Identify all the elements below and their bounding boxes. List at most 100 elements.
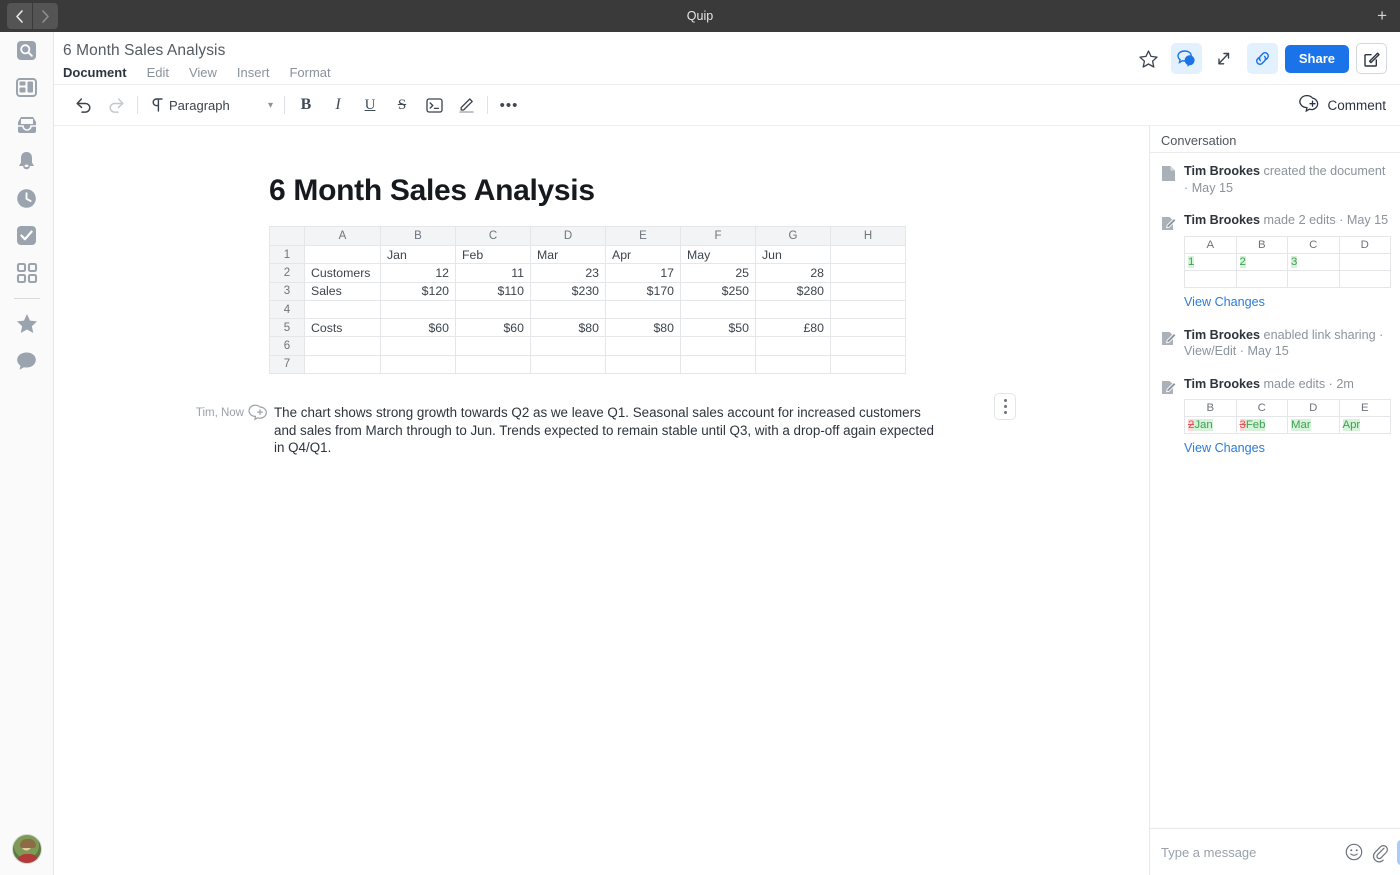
- rail-item-notifications[interactable]: [0, 143, 54, 180]
- cell-G7[interactable]: [756, 355, 831, 373]
- cell-D4[interactable]: [531, 300, 606, 318]
- cell-B2[interactable]: 12: [381, 264, 456, 282]
- cell-A5[interactable]: Costs: [305, 319, 381, 337]
- user-avatar[interactable]: [12, 834, 42, 864]
- view-changes-link[interactable]: View Changes: [1184, 295, 1265, 309]
- cell-H6[interactable]: [831, 337, 906, 355]
- cell-D1[interactable]: Mar: [531, 246, 606, 264]
- cell-D5[interactable]: $80: [531, 319, 606, 337]
- cell-F6[interactable]: [681, 337, 756, 355]
- cell-A3[interactable]: Sales: [305, 282, 381, 300]
- code-block-button[interactable]: [418, 90, 450, 120]
- cell-D3[interactable]: $230: [531, 282, 606, 300]
- cell-G5[interactable]: £80: [756, 319, 831, 337]
- cell-H3[interactable]: [831, 282, 906, 300]
- cell-D2[interactable]: 23: [531, 264, 606, 282]
- cell-C5[interactable]: $60: [456, 319, 531, 337]
- bold-button[interactable]: B: [290, 90, 322, 120]
- cell-C2[interactable]: 11: [456, 264, 531, 282]
- paragraph-style-select[interactable]: Paragraph ▾: [143, 91, 279, 119]
- cell-H5[interactable]: [831, 319, 906, 337]
- cell-F7[interactable]: [681, 355, 756, 373]
- add-comment-button[interactable]: Comment: [1304, 91, 1386, 119]
- row-header-4[interactable]: 4: [270, 300, 305, 318]
- rail-item-recent[interactable]: [0, 180, 54, 217]
- cell-A2[interactable]: Customers: [305, 264, 381, 282]
- cell-E3[interactable]: $170: [606, 282, 681, 300]
- rail-item-inbox[interactable]: [0, 106, 54, 143]
- cell-F3[interactable]: $250: [681, 282, 756, 300]
- cell-G2[interactable]: 28: [756, 264, 831, 282]
- view-changes-link[interactable]: View Changes: [1184, 441, 1265, 455]
- message-input[interactable]: [1161, 845, 1337, 860]
- rail-item-apps[interactable]: [0, 254, 54, 291]
- row-header-5[interactable]: 5: [270, 319, 305, 337]
- cell-G1[interactable]: Jun: [756, 246, 831, 264]
- undo-button[interactable]: [68, 90, 100, 120]
- back-button[interactable]: [7, 3, 32, 29]
- menu-edit[interactable]: Edit: [147, 65, 169, 80]
- col-header-b[interactable]: B: [381, 227, 456, 246]
- menu-document[interactable]: Document: [63, 65, 127, 80]
- cell-A4[interactable]: [305, 300, 381, 318]
- col-header-c[interactable]: C: [456, 227, 531, 246]
- cell-H2[interactable]: [831, 264, 906, 282]
- cell-E7[interactable]: [606, 355, 681, 373]
- cell-E5[interactable]: $80: [606, 319, 681, 337]
- col-header-g[interactable]: G: [756, 227, 831, 246]
- conversation-toggle-button[interactable]: [1171, 43, 1202, 74]
- rail-item-starred[interactable]: [0, 305, 54, 342]
- cell-B1[interactable]: Jan: [381, 246, 456, 264]
- favorite-button[interactable]: [1133, 43, 1164, 74]
- cell-B7[interactable]: [381, 355, 456, 373]
- cell-F4[interactable]: [681, 300, 756, 318]
- cell-H4[interactable]: [831, 300, 906, 318]
- page-title[interactable]: 6 Month Sales Analysis: [63, 42, 225, 60]
- cell-H7[interactable]: [831, 355, 906, 373]
- cell-B4[interactable]: [381, 300, 456, 318]
- cell-A1[interactable]: [305, 246, 381, 264]
- cell-E6[interactable]: [606, 337, 681, 355]
- menu-insert[interactable]: Insert: [237, 65, 270, 80]
- italic-button[interactable]: I: [322, 90, 354, 120]
- col-header-e[interactable]: E: [606, 227, 681, 246]
- cell-E4[interactable]: [606, 300, 681, 318]
- rail-item-tasks[interactable]: [0, 217, 54, 254]
- link-sharing-button[interactable]: [1247, 43, 1278, 74]
- cell-A6[interactable]: [305, 337, 381, 355]
- cell-F2[interactable]: 25: [681, 264, 756, 282]
- underline-button[interactable]: U: [354, 90, 386, 120]
- cell-B3[interactable]: $120: [381, 282, 456, 300]
- cell-G4[interactable]: [756, 300, 831, 318]
- cell-C4[interactable]: [456, 300, 531, 318]
- col-header-d[interactable]: D: [531, 227, 606, 246]
- cell-C1[interactable]: Feb: [456, 246, 531, 264]
- more-options-button[interactable]: •••: [493, 90, 525, 120]
- forward-button[interactable]: [33, 3, 58, 29]
- new-tab-button[interactable]: +: [1377, 8, 1387, 24]
- paragraph-text[interactable]: The chart shows strong growth towards Q2…: [274, 404, 934, 457]
- cell-D7[interactable]: [531, 355, 606, 373]
- emoji-button[interactable]: [1345, 843, 1363, 861]
- cell-C3[interactable]: $110: [456, 282, 531, 300]
- rail-item-desktop[interactable]: [0, 69, 54, 106]
- cell-F1[interactable]: May: [681, 246, 756, 264]
- cell-F5[interactable]: $50: [681, 319, 756, 337]
- col-header-h[interactable]: H: [831, 227, 906, 246]
- inline-add-comment-button[interactable]: [252, 406, 268, 422]
- cell-C6[interactable]: [456, 337, 531, 355]
- cell-H1[interactable]: [831, 246, 906, 264]
- menu-view[interactable]: View: [189, 65, 217, 80]
- cell-D6[interactable]: [531, 337, 606, 355]
- col-header-a[interactable]: A: [305, 227, 381, 246]
- highlighter-button[interactable]: [450, 90, 482, 120]
- expand-button[interactable]: [1209, 43, 1240, 74]
- cell-B5[interactable]: $60: [381, 319, 456, 337]
- paragraph-options-button[interactable]: [994, 393, 1016, 420]
- row-header-1[interactable]: 1: [270, 246, 305, 264]
- cell-E1[interactable]: Apr: [606, 246, 681, 264]
- cell-B6[interactable]: [381, 337, 456, 355]
- cell-G6[interactable]: [756, 337, 831, 355]
- cell-C7[interactable]: [456, 355, 531, 373]
- attach-button[interactable]: [1371, 843, 1389, 861]
